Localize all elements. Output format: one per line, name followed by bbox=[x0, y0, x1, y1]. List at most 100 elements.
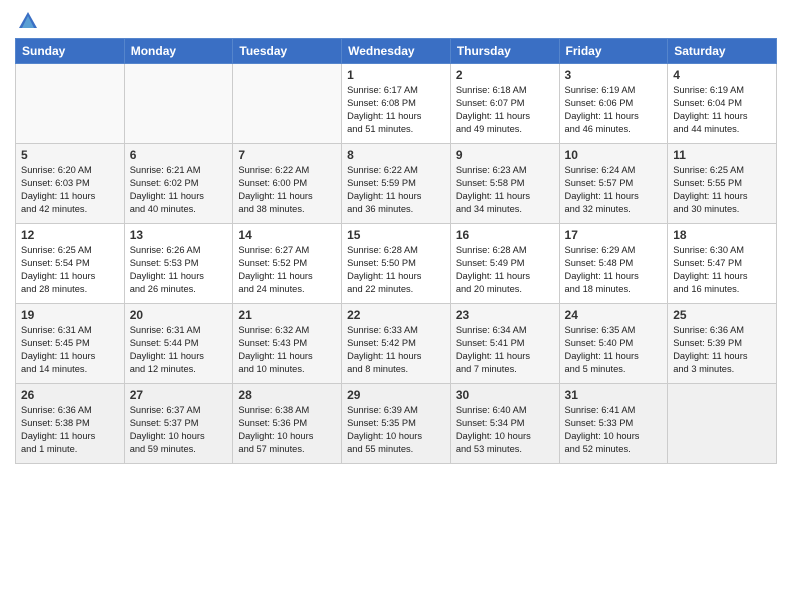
calendar-week-3: 12 Sunrise: 6:25 AM Sunset: 5:54 PM Dayli… bbox=[16, 224, 777, 304]
day-info: Sunrise: 6:31 AM Sunset: 5:45 PM Dayligh… bbox=[21, 324, 119, 376]
day-number: 14 bbox=[238, 228, 336, 242]
day-number: 16 bbox=[456, 228, 554, 242]
day-info: Sunrise: 6:25 AM Sunset: 5:55 PM Dayligh… bbox=[673, 164, 771, 216]
day-number: 25 bbox=[673, 308, 771, 322]
calendar-cell: 27 Sunrise: 6:37 AM Sunset: 5:37 PM Dayli… bbox=[124, 384, 233, 464]
day-number: 27 bbox=[130, 388, 228, 402]
calendar-cell: 21 Sunrise: 6:32 AM Sunset: 5:43 PM Dayli… bbox=[233, 304, 342, 384]
day-info: Sunrise: 6:39 AM Sunset: 5:35 PM Dayligh… bbox=[347, 404, 445, 456]
calendar-week-2: 5 Sunrise: 6:20 AM Sunset: 6:03 PM Daylig… bbox=[16, 144, 777, 224]
day-number: 5 bbox=[21, 148, 119, 162]
day-info: Sunrise: 6:22 AM Sunset: 6:00 PM Dayligh… bbox=[238, 164, 336, 216]
calendar-cell: 30 Sunrise: 6:40 AM Sunset: 5:34 PM Dayli… bbox=[450, 384, 559, 464]
day-number: 9 bbox=[456, 148, 554, 162]
day-number: 11 bbox=[673, 148, 771, 162]
day-info: Sunrise: 6:37 AM Sunset: 5:37 PM Dayligh… bbox=[130, 404, 228, 456]
day-number: 2 bbox=[456, 68, 554, 82]
weekday-header-monday: Monday bbox=[124, 39, 233, 64]
day-info: Sunrise: 6:20 AM Sunset: 6:03 PM Dayligh… bbox=[21, 164, 119, 216]
calendar-cell: 26 Sunrise: 6:36 AM Sunset: 5:38 PM Dayli… bbox=[16, 384, 125, 464]
weekday-header-sunday: Sunday bbox=[16, 39, 125, 64]
day-number: 30 bbox=[456, 388, 554, 402]
calendar-cell: 15 Sunrise: 6:28 AM Sunset: 5:50 PM Dayli… bbox=[342, 224, 451, 304]
day-info: Sunrise: 6:23 AM Sunset: 5:58 PM Dayligh… bbox=[456, 164, 554, 216]
day-info: Sunrise: 6:26 AM Sunset: 5:53 PM Dayligh… bbox=[130, 244, 228, 296]
calendar-table: SundayMondayTuesdayWednesdayThursdayFrid… bbox=[15, 38, 777, 464]
calendar-week-4: 19 Sunrise: 6:31 AM Sunset: 5:45 PM Dayli… bbox=[16, 304, 777, 384]
calendar-cell: 2Sunrise: 6:18 AM Sunset: 6:07 PM Daylig… bbox=[450, 64, 559, 144]
calendar-cell bbox=[668, 384, 777, 464]
day-number: 19 bbox=[21, 308, 119, 322]
day-number: 8 bbox=[347, 148, 445, 162]
day-info: Sunrise: 6:35 AM Sunset: 5:40 PM Dayligh… bbox=[565, 324, 663, 376]
calendar-cell: 17 Sunrise: 6:29 AM Sunset: 5:48 PM Dayli… bbox=[559, 224, 668, 304]
day-info: Sunrise: 6:32 AM Sunset: 5:43 PM Dayligh… bbox=[238, 324, 336, 376]
calendar-cell: 16 Sunrise: 6:28 AM Sunset: 5:49 PM Dayli… bbox=[450, 224, 559, 304]
day-info: Sunrise: 6:27 AM Sunset: 5:52 PM Dayligh… bbox=[238, 244, 336, 296]
calendar-cell bbox=[233, 64, 342, 144]
day-info: Sunrise: 6:19 AM Sunset: 6:06 PM Dayligh… bbox=[565, 84, 663, 136]
calendar-cell: 8 Sunrise: 6:22 AM Sunset: 5:59 PM Daylig… bbox=[342, 144, 451, 224]
day-info: Sunrise: 6:36 AM Sunset: 5:38 PM Dayligh… bbox=[21, 404, 119, 456]
day-info: Sunrise: 6:24 AM Sunset: 5:57 PM Dayligh… bbox=[565, 164, 663, 216]
day-info: Sunrise: 6:25 AM Sunset: 5:54 PM Dayligh… bbox=[21, 244, 119, 296]
day-number: 4 bbox=[673, 68, 771, 82]
weekday-header-tuesday: Tuesday bbox=[233, 39, 342, 64]
calendar-cell: 13 Sunrise: 6:26 AM Sunset: 5:53 PM Dayli… bbox=[124, 224, 233, 304]
calendar-cell: 19 Sunrise: 6:31 AM Sunset: 5:45 PM Dayli… bbox=[16, 304, 125, 384]
day-number: 13 bbox=[130, 228, 228, 242]
calendar-cell: 29 Sunrise: 6:39 AM Sunset: 5:35 PM Dayli… bbox=[342, 384, 451, 464]
calendar-cell: 10Sunrise: 6:24 AM Sunset: 5:57 PM Dayli… bbox=[559, 144, 668, 224]
day-number: 17 bbox=[565, 228, 663, 242]
weekday-header-saturday: Saturday bbox=[668, 39, 777, 64]
weekday-header-row: SundayMondayTuesdayWednesdayThursdayFrid… bbox=[16, 39, 777, 64]
calendar-cell: 28 Sunrise: 6:38 AM Sunset: 5:36 PM Dayli… bbox=[233, 384, 342, 464]
calendar-cell: 12 Sunrise: 6:25 AM Sunset: 5:54 PM Dayli… bbox=[16, 224, 125, 304]
calendar-cell: 9 Sunrise: 6:23 AM Sunset: 5:58 PM Daylig… bbox=[450, 144, 559, 224]
day-number: 28 bbox=[238, 388, 336, 402]
day-info: Sunrise: 6:28 AM Sunset: 5:50 PM Dayligh… bbox=[347, 244, 445, 296]
day-info: Sunrise: 6:41 AM Sunset: 5:33 PM Dayligh… bbox=[565, 404, 663, 456]
calendar-cell: 3 Sunrise: 6:19 AM Sunset: 6:06 PM Daylig… bbox=[559, 64, 668, 144]
calendar-cell: 6 Sunrise: 6:21 AM Sunset: 6:02 PM Daylig… bbox=[124, 144, 233, 224]
logo-icon bbox=[17, 10, 39, 32]
day-number: 23 bbox=[456, 308, 554, 322]
calendar-cell: 24Sunrise: 6:35 AM Sunset: 5:40 PM Dayli… bbox=[559, 304, 668, 384]
weekday-header-thursday: Thursday bbox=[450, 39, 559, 64]
calendar-cell: 25 Sunrise: 6:36 AM Sunset: 5:39 PM Dayli… bbox=[668, 304, 777, 384]
day-number: 22 bbox=[347, 308, 445, 322]
calendar-cell: 23 Sunrise: 6:34 AM Sunset: 5:41 PM Dayli… bbox=[450, 304, 559, 384]
day-info: Sunrise: 6:21 AM Sunset: 6:02 PM Dayligh… bbox=[130, 164, 228, 216]
calendar-cell: 18Sunrise: 6:30 AM Sunset: 5:47 PM Dayli… bbox=[668, 224, 777, 304]
logo bbox=[15, 10, 39, 32]
day-info: Sunrise: 6:38 AM Sunset: 5:36 PM Dayligh… bbox=[238, 404, 336, 456]
calendar-cell: 20Sunrise: 6:31 AM Sunset: 5:44 PM Dayli… bbox=[124, 304, 233, 384]
page: SundayMondayTuesdayWednesdayThursdayFrid… bbox=[0, 0, 792, 612]
calendar-cell: 11 Sunrise: 6:25 AM Sunset: 5:55 PM Dayli… bbox=[668, 144, 777, 224]
day-number: 18 bbox=[673, 228, 771, 242]
day-info: Sunrise: 6:40 AM Sunset: 5:34 PM Dayligh… bbox=[456, 404, 554, 456]
weekday-header-friday: Friday bbox=[559, 39, 668, 64]
day-number: 15 bbox=[347, 228, 445, 242]
calendar-cell: 22Sunrise: 6:33 AM Sunset: 5:42 PM Dayli… bbox=[342, 304, 451, 384]
day-number: 31 bbox=[565, 388, 663, 402]
day-info: Sunrise: 6:34 AM Sunset: 5:41 PM Dayligh… bbox=[456, 324, 554, 376]
day-number: 29 bbox=[347, 388, 445, 402]
day-number: 1 bbox=[347, 68, 445, 82]
calendar-cell: 7Sunrise: 6:22 AM Sunset: 6:00 PM Daylig… bbox=[233, 144, 342, 224]
day-info: Sunrise: 6:36 AM Sunset: 5:39 PM Dayligh… bbox=[673, 324, 771, 376]
calendar-week-5: 26 Sunrise: 6:36 AM Sunset: 5:38 PM Dayli… bbox=[16, 384, 777, 464]
day-number: 12 bbox=[21, 228, 119, 242]
day-number: 6 bbox=[130, 148, 228, 162]
day-info: Sunrise: 6:29 AM Sunset: 5:48 PM Dayligh… bbox=[565, 244, 663, 296]
day-number: 21 bbox=[238, 308, 336, 322]
calendar-cell: 1Sunrise: 6:17 AM Sunset: 6:08 PM Daylig… bbox=[342, 64, 451, 144]
header bbox=[15, 10, 777, 32]
calendar-cell: 14 Sunrise: 6:27 AM Sunset: 5:52 PM Dayli… bbox=[233, 224, 342, 304]
day-info: Sunrise: 6:31 AM Sunset: 5:44 PM Dayligh… bbox=[130, 324, 228, 376]
day-number: 26 bbox=[21, 388, 119, 402]
day-number: 3 bbox=[565, 68, 663, 82]
calendar-cell: 4Sunrise: 6:19 AM Sunset: 6:04 PM Daylig… bbox=[668, 64, 777, 144]
day-info: Sunrise: 6:22 AM Sunset: 5:59 PM Dayligh… bbox=[347, 164, 445, 216]
day-info: Sunrise: 6:28 AM Sunset: 5:49 PM Dayligh… bbox=[456, 244, 554, 296]
